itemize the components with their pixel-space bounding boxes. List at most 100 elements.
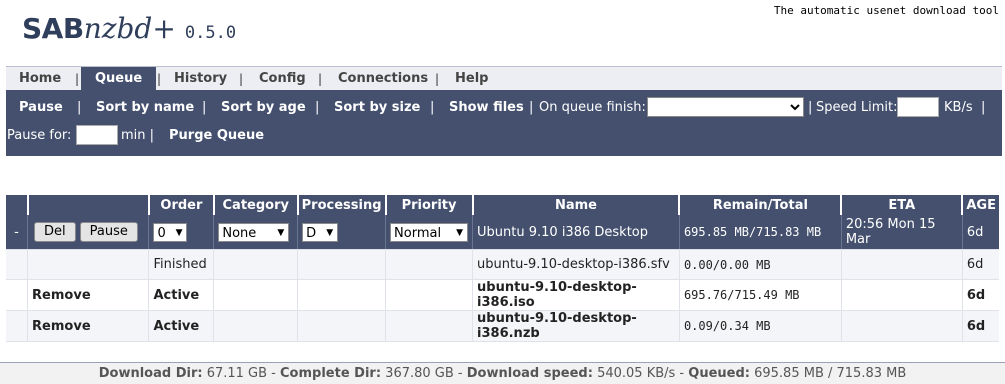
toolbar-separator: | [981, 100, 986, 115]
pause-button[interactable]: Pause [19, 100, 63, 115]
job-remain-total: 695.85 MB/715.83 MB [679, 215, 842, 250]
pause-for-input[interactable] [76, 125, 118, 145]
file-category-cell [213, 310, 299, 342]
tab-queue[interactable]: Queue [81, 67, 157, 91]
col-header-order: Order [148, 195, 215, 215]
sort-by-age-button[interactable]: Sort by age [221, 100, 306, 115]
file-name: ubuntu-9.10-desktop-i386.nzb [472, 310, 680, 342]
file-row: Remove Active ubuntu-9.10-desktop-i386.n… [6, 310, 999, 342]
file-action [27, 249, 150, 280]
tab-connections[interactable]: Connections [338, 67, 428, 91]
file-age: 6d [962, 249, 999, 280]
chevron-down-icon: ▼ [456, 227, 464, 238]
toolbar-separator: | [315, 100, 320, 115]
speed-limit-input[interactable] [897, 97, 939, 117]
file-processing-cell [297, 279, 387, 311]
tab-help[interactable]: Help [455, 67, 488, 91]
download-dir-label: Download Dir: [98, 366, 203, 381]
file-toggle-cell [6, 249, 29, 280]
speed-limit-label: Speed Limit: [816, 100, 898, 115]
tagline: The automatic usenet download tool [773, 4, 999, 17]
file-priority-cell [385, 310, 474, 342]
category-select[interactable]: None ▼ [218, 222, 290, 242]
file-name: ubuntu-9.10-desktop-i386.sfv [472, 249, 680, 280]
tab-home[interactable]: Home [19, 67, 61, 91]
purge-queue-button[interactable]: Purge Queue [169, 128, 264, 143]
queue-job-row: - Del Pause 0 ▼ None ▼ D ▼ Normal ▼ Ubuntu 9.… [6, 215, 999, 250]
category-value: None [222, 225, 257, 241]
complete-dir-label: Complete Dir: [280, 366, 382, 381]
file-remain-total: 695.76/715.49 MB [679, 279, 842, 311]
category-cell: None ▼ [213, 215, 299, 250]
priority-select[interactable]: Normal ▼ [390, 222, 469, 242]
collapse-toggle[interactable]: - [6, 215, 29, 250]
col-header-processing: Processing [297, 195, 387, 215]
show-files-button[interactable]: Show files [449, 100, 524, 115]
job-eta: 20:56 Mon 15 Mar [841, 215, 963, 250]
tab-config[interactable]: Config [259, 67, 306, 91]
priority-value: Normal [394, 225, 442, 241]
nav-separator: | [435, 72, 440, 86]
file-row: Finished ubuntu-9.10-desktop-i386.sfv 0.… [6, 249, 999, 280]
toolbar-separator: | [529, 100, 534, 115]
chevron-down-icon: ▼ [175, 227, 183, 238]
speed-limit-unit: KB/s [944, 100, 973, 115]
col-header-eta: ETA [841, 195, 964, 215]
col-header-toggle [6, 195, 29, 215]
status-footer: Download Dir: 67.11 GB - Complete Dir: 3… [0, 362, 1005, 384]
pause-for-unit: min | [121, 128, 155, 143]
job-age: 6d [962, 215, 999, 250]
nav-separator: | [318, 72, 323, 86]
sort-by-name-button[interactable]: Sort by name [96, 100, 194, 115]
app-logo: SABnzbd+ 0.5.0 [22, 12, 236, 45]
remove-file-link[interactable]: Remove [27, 310, 150, 342]
complete-dir-value: 367.80 GB [385, 366, 454, 381]
tab-history[interactable]: History [174, 67, 227, 91]
logo-nzbd: nzbd+ [83, 12, 176, 45]
col-header-actions [27, 195, 150, 215]
delete-job-button[interactable]: Del [34, 222, 76, 242]
processing-select[interactable]: D ▼ [302, 222, 339, 242]
download-speed-value: 540.05 KB/s [597, 366, 676, 381]
priority-cell: Normal ▼ [385, 215, 474, 250]
order-cell: 0 ▼ [148, 215, 215, 250]
pause-job-button[interactable]: Pause [79, 222, 138, 242]
file-status: Active [148, 310, 215, 342]
queue-table: Order Category Processing Priority Name … [6, 195, 999, 342]
nav-separator: | [75, 72, 80, 86]
queued-value: 695.85 MB / 715.83 MB [754, 366, 907, 381]
download-speed-label: Download speed: [466, 366, 593, 381]
order-value: 0 [157, 225, 166, 241]
col-header-remain-total: Remain/Total [679, 195, 843, 215]
file-eta-cell [841, 279, 963, 311]
file-eta-cell [841, 310, 963, 342]
file-processing-cell [297, 249, 387, 280]
chevron-down-icon: ▼ [326, 227, 334, 238]
file-age: 6d [962, 279, 999, 311]
file-name: ubuntu-9.10-desktop-i386.iso [472, 279, 680, 311]
queued-label: Queued: [688, 366, 750, 381]
file-row: Remove Active ubuntu-9.10-desktop-i386.i… [6, 279, 999, 311]
nav-separator: | [157, 72, 162, 86]
file-category-cell [213, 249, 299, 280]
queue-header-row: Order Category Processing Priority Name … [6, 195, 999, 215]
col-header-category: Category [213, 195, 299, 215]
toolbar-separator: | [430, 100, 435, 115]
file-remain-total: 0.09/0.34 MB [679, 310, 842, 342]
file-status: Finished [148, 249, 215, 280]
toolbar-separator: | [808, 100, 813, 115]
footer-dash: - [675, 366, 689, 381]
col-header-priority: Priority [385, 195, 474, 215]
col-header-age: AGE [962, 195, 999, 215]
remove-file-link[interactable]: Remove [27, 279, 150, 311]
file-toggle-cell [6, 310, 29, 342]
toolbar-separator: | [77, 100, 82, 115]
processing-value: D [306, 225, 317, 241]
job-actions-cell: Del Pause [27, 215, 150, 250]
sort-by-size-button[interactable]: Sort by size [334, 100, 420, 115]
on-queue-finish-select[interactable] [647, 97, 804, 117]
processing-cell: D ▼ [297, 215, 387, 250]
app-version: 0.5.0 [184, 23, 237, 43]
main-nav: Home | Queue | History | Config | Connec… [6, 66, 1002, 91]
order-select[interactable]: 0 ▼ [153, 222, 188, 242]
